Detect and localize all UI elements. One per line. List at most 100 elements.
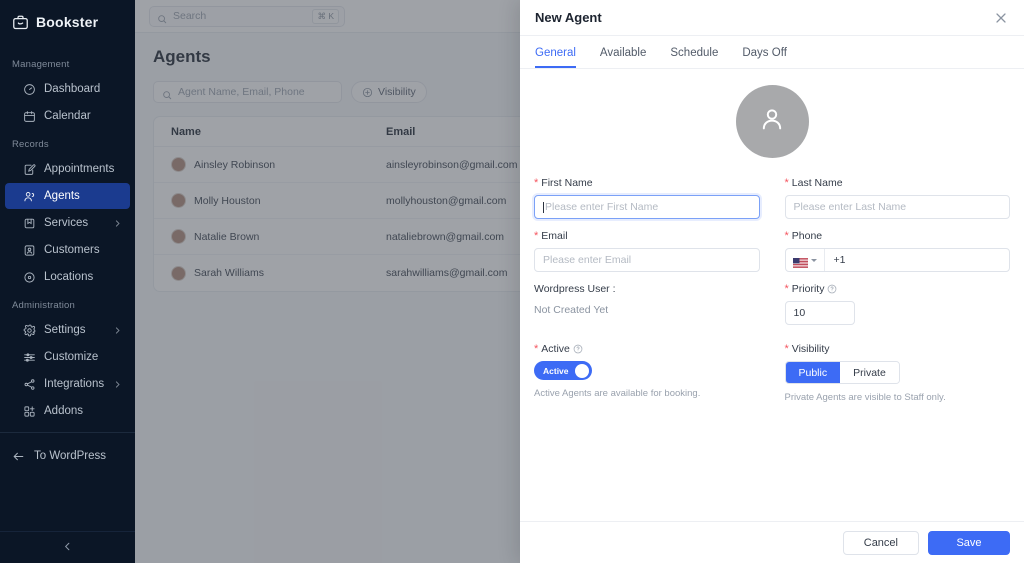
chevron-right-icon — [113, 380, 122, 389]
sidebar-item-label: Locations — [44, 271, 94, 283]
visibility-hint: Private Agents are visible to Staff only… — [784, 392, 946, 403]
visibility-segmented-control: Public Private — [784, 361, 900, 384]
modal-header: New Agent — [520, 0, 1024, 36]
sidebar-item-label: Customers — [44, 244, 100, 256]
priority-input[interactable]: 10 — [784, 301, 855, 325]
sidebar-item-agents[interactable]: Agents — [5, 183, 130, 209]
sidebar-item-label: Calendar — [44, 110, 91, 122]
priority-value: 10 — [793, 307, 806, 319]
label-priority: * Priority — [785, 283, 1011, 295]
modal-title: New Agent — [535, 10, 602, 25]
users-icon — [23, 190, 36, 203]
toggle-knob — [575, 363, 589, 378]
sidebar-divider — [0, 432, 135, 433]
tab-days-off[interactable]: Days Off — [742, 47, 787, 68]
map-pin-icon — [23, 271, 36, 284]
sidebar-item-customize[interactable]: Customize — [5, 344, 130, 370]
label-text: Active — [541, 343, 570, 355]
nav-section-administration: Administration — [12, 300, 75, 311]
required-asterisk: * — [784, 342, 789, 355]
sidebar-item-addons[interactable]: Addons — [5, 398, 130, 424]
sidebar-item-label: Addons — [44, 405, 84, 417]
sidebar-item-services[interactable]: Services — [5, 210, 130, 236]
tab-general[interactable]: General — [535, 47, 576, 68]
sidebar-item-to-wordpress[interactable]: To WordPress — [0, 441, 135, 471]
label-text: Priority — [791, 283, 825, 295]
sidebar-item-label: Customize — [44, 351, 99, 363]
sidebar-item-customers[interactable]: Customers — [5, 237, 130, 263]
sidebar-item-label: Appointments — [44, 163, 115, 175]
edit-note-icon — [23, 163, 36, 176]
save-button[interactable]: Save — [928, 530, 1010, 555]
required-asterisk: * — [534, 229, 539, 242]
required-asterisk: * — [784, 282, 789, 295]
text-caret — [543, 201, 544, 213]
visibility-option-private[interactable]: Private — [840, 362, 899, 383]
field-last-name: * Last Name Please enter Last Name — [784, 176, 1010, 219]
field-phone: * Phone +1 — [784, 229, 1010, 272]
required-asterisk: * — [784, 176, 789, 189]
help-icon[interactable] — [573, 344, 583, 354]
modal-footer: Cancel Save — [520, 521, 1024, 563]
tab-schedule[interactable]: Schedule — [670, 47, 718, 68]
active-toggle[interactable]: Active — [534, 361, 592, 380]
nav-section-management: Management — [12, 59, 70, 70]
sidebar-item-integrations[interactable]: Integrations — [5, 371, 130, 397]
sidebar-item-label: Settings — [44, 324, 86, 336]
label-text: Email — [541, 230, 568, 242]
arrow-left-icon — [12, 450, 25, 463]
field-wordpress-user: Wordpress User : Not Created Yet — [534, 283, 760, 325]
required-asterisk: * — [784, 229, 789, 242]
label-text: First Name — [541, 177, 593, 189]
contact-card-icon — [23, 244, 36, 257]
country-code-selector[interactable] — [786, 249, 825, 271]
app-root: Bookster Management Dashboard Calendar R… — [0, 0, 1024, 563]
gear-icon — [23, 324, 36, 337]
sidebar-item-settings[interactable]: Settings — [5, 317, 130, 343]
last-name-input[interactable]: Please enter Last Name — [784, 195, 1010, 219]
label-text: Phone — [791, 230, 823, 242]
field-first-name: * First Name Please enter First Name — [534, 177, 760, 219]
field-visibility: * Visibility Public Private Private Agen… — [784, 342, 1011, 403]
phone-dial-code: +1 — [833, 254, 846, 266]
label-active: * Active — [534, 343, 760, 355]
sidebar: Bookster Management Dashboard Calendar R… — [0, 0, 135, 563]
sidebar-item-label: Integrations — [44, 378, 105, 390]
sliders-icon — [23, 351, 36, 364]
chevron-left-icon — [62, 539, 73, 557]
brand: Bookster — [0, 4, 135, 40]
help-icon[interactable] — [827, 284, 837, 294]
sidebar-item-label: Agents — [44, 190, 80, 202]
cancel-button[interactable]: Cancel — [842, 530, 919, 555]
sidebar-item-locations[interactable]: Locations — [5, 264, 130, 290]
label-email: * Email — [534, 230, 760, 242]
active-toggle-label: Active — [543, 365, 569, 376]
first-name-placeholder: Please enter First Name — [545, 201, 659, 213]
sidebar-nav: Management Dashboard Calendar Records Ap — [0, 40, 135, 531]
share-nodes-icon — [23, 378, 36, 391]
sidebar-collapse-button[interactable] — [0, 531, 135, 563]
email-placeholder: Please enter Email — [543, 254, 632, 266]
email-input[interactable]: Please enter Email — [534, 248, 760, 272]
field-email: * Email Please enter Email — [534, 230, 760, 272]
chevron-down-icon — [810, 258, 817, 262]
close-icon[interactable] — [993, 10, 1009, 26]
form-grid: * First Name Please enter First Name * L… — [534, 177, 1010, 414]
phone-input[interactable]: +1 — [784, 248, 1010, 272]
field-priority: * Priority 10 — [784, 283, 1011, 325]
sidebar-item-calendar[interactable]: Calendar — [5, 103, 130, 129]
avatar-uploader[interactable] — [534, 85, 1010, 158]
required-asterisk: * — [534, 176, 539, 189]
grid-plus-icon — [23, 405, 36, 418]
label-wordpress-user: Wordpress User : — [534, 283, 616, 295]
first-name-input[interactable]: Please enter First Name — [534, 195, 760, 219]
visibility-option-public[interactable]: Public — [785, 362, 841, 383]
chevron-right-icon — [113, 326, 122, 335]
sidebar-item-appointments[interactable]: Appointments — [5, 156, 135, 194]
sidebar-item-dashboard[interactable]: Dashboard — [5, 76, 130, 102]
briefcase-smile-icon — [12, 14, 29, 31]
last-name-placeholder: Please enter Last Name — [793, 201, 907, 213]
label-text: Visibility — [791, 343, 830, 355]
tab-available[interactable]: Available — [600, 47, 646, 68]
chevron-right-icon — [113, 219, 122, 228]
